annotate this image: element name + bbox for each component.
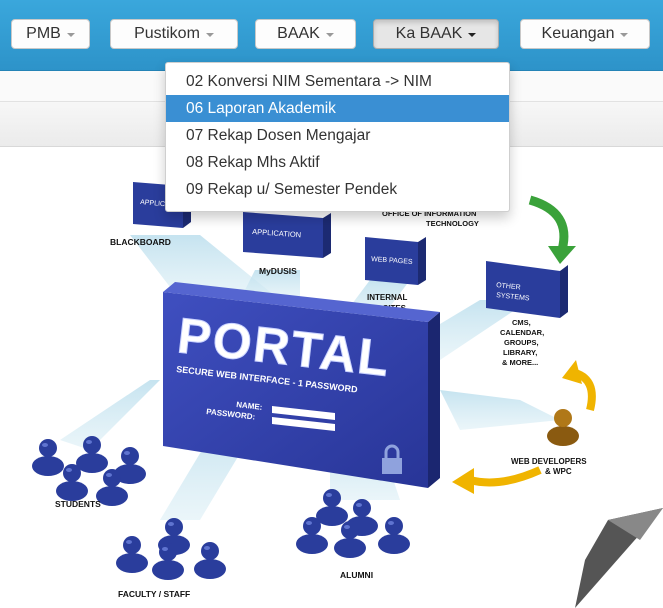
alumni-label: ALUMNI bbox=[340, 570, 373, 580]
faculty-staff-label: FACULTY / STAFF bbox=[118, 589, 190, 599]
cms-line: CALENDAR, bbox=[500, 328, 544, 337]
students-label: STUDENTS bbox=[55, 499, 101, 509]
web-developers-label: WEB DEVELOPERS bbox=[511, 457, 587, 466]
caret-down-icon bbox=[205, 33, 214, 37]
nav-pustikom-label: Pustikom bbox=[134, 25, 200, 42]
ka-baak-dropdown-menu: 02 Konversi NIM Sementara -> NIM 06 Lapo… bbox=[165, 62, 510, 212]
caret-down-icon bbox=[620, 33, 629, 37]
nav-pustikom-button[interactable]: Pustikom bbox=[110, 19, 238, 49]
cms-line: CMS, bbox=[512, 318, 531, 327]
faculty-group bbox=[116, 518, 226, 580]
other-systems-box: OTHER SYSTEMS bbox=[486, 261, 568, 318]
cms-line: LIBRARY, bbox=[503, 348, 537, 357]
wpc-label: & WPC bbox=[545, 467, 572, 476]
caret-down-icon bbox=[66, 33, 75, 37]
menu-item-rekap-dosen[interactable]: 07 Rekap Dosen Mengajar bbox=[166, 122, 509, 149]
nav-ka-baak-label: Ka BAAK bbox=[395, 25, 463, 42]
application-box-mydusis: APPLICATION bbox=[243, 212, 331, 258]
cms-list: CMS, CALENDAR, GROUPS, LIBRARY, & MORE..… bbox=[500, 318, 544, 367]
nav-keuangan-button[interactable]: Keuangan bbox=[520, 19, 650, 49]
caret-down-icon bbox=[325, 33, 334, 37]
technology-label: TECHNOLOGY bbox=[426, 219, 479, 228]
nav-pmb-label: PMB bbox=[26, 25, 61, 42]
nav-ka-baak-button[interactable]: Ka BAAK bbox=[373, 19, 499, 49]
menu-item-rekap-semester-pendek[interactable]: 09 Rekap u/ Semester Pendek bbox=[166, 176, 509, 203]
menu-item-rekap-mhs-aktif[interactable]: 08 Rekap Mhs Aktif bbox=[166, 149, 509, 176]
yellow-arrowhead-icon bbox=[562, 360, 582, 384]
internal-label: INTERNAL bbox=[367, 293, 408, 302]
students-group bbox=[32, 436, 146, 506]
green-arrow-icon bbox=[528, 195, 569, 252]
yellow-arrowhead-icon bbox=[452, 468, 474, 494]
top-navbar: PMB Pustikom BAAK Ka BAAK Keuangan bbox=[0, 0, 663, 71]
nav-keuangan-label: Keuangan bbox=[541, 25, 615, 42]
web-developer-figure bbox=[547, 409, 579, 446]
menu-item-laporan-akademik[interactable]: 06 Laporan Akademik bbox=[166, 95, 509, 122]
nav-baak-label: BAAK bbox=[277, 25, 320, 42]
blackboard-label: BLACKBOARD bbox=[110, 237, 171, 247]
green-arrowhead-icon bbox=[548, 246, 576, 264]
nav-baak-button[interactable]: BAAK bbox=[255, 19, 356, 49]
cms-line: & MORE... bbox=[502, 358, 538, 367]
cms-line: GROUPS, bbox=[504, 338, 539, 347]
portal-illustration: APPLICATION BLACKBOARD APPLICATION MyDUS… bbox=[32, 180, 663, 608]
yellow-arrow-icon bbox=[468, 466, 542, 487]
menu-item-konversi-nim[interactable]: 02 Konversi NIM Sementara -> NIM bbox=[166, 68, 509, 95]
web-pages-box: WEB PAGES bbox=[365, 237, 426, 285]
page-curl-icon bbox=[575, 505, 663, 608]
nav-pmb-button[interactable]: PMB bbox=[11, 19, 90, 49]
caret-down-icon bbox=[468, 33, 477, 37]
mydusis-label: MyDUSIS bbox=[259, 266, 297, 276]
